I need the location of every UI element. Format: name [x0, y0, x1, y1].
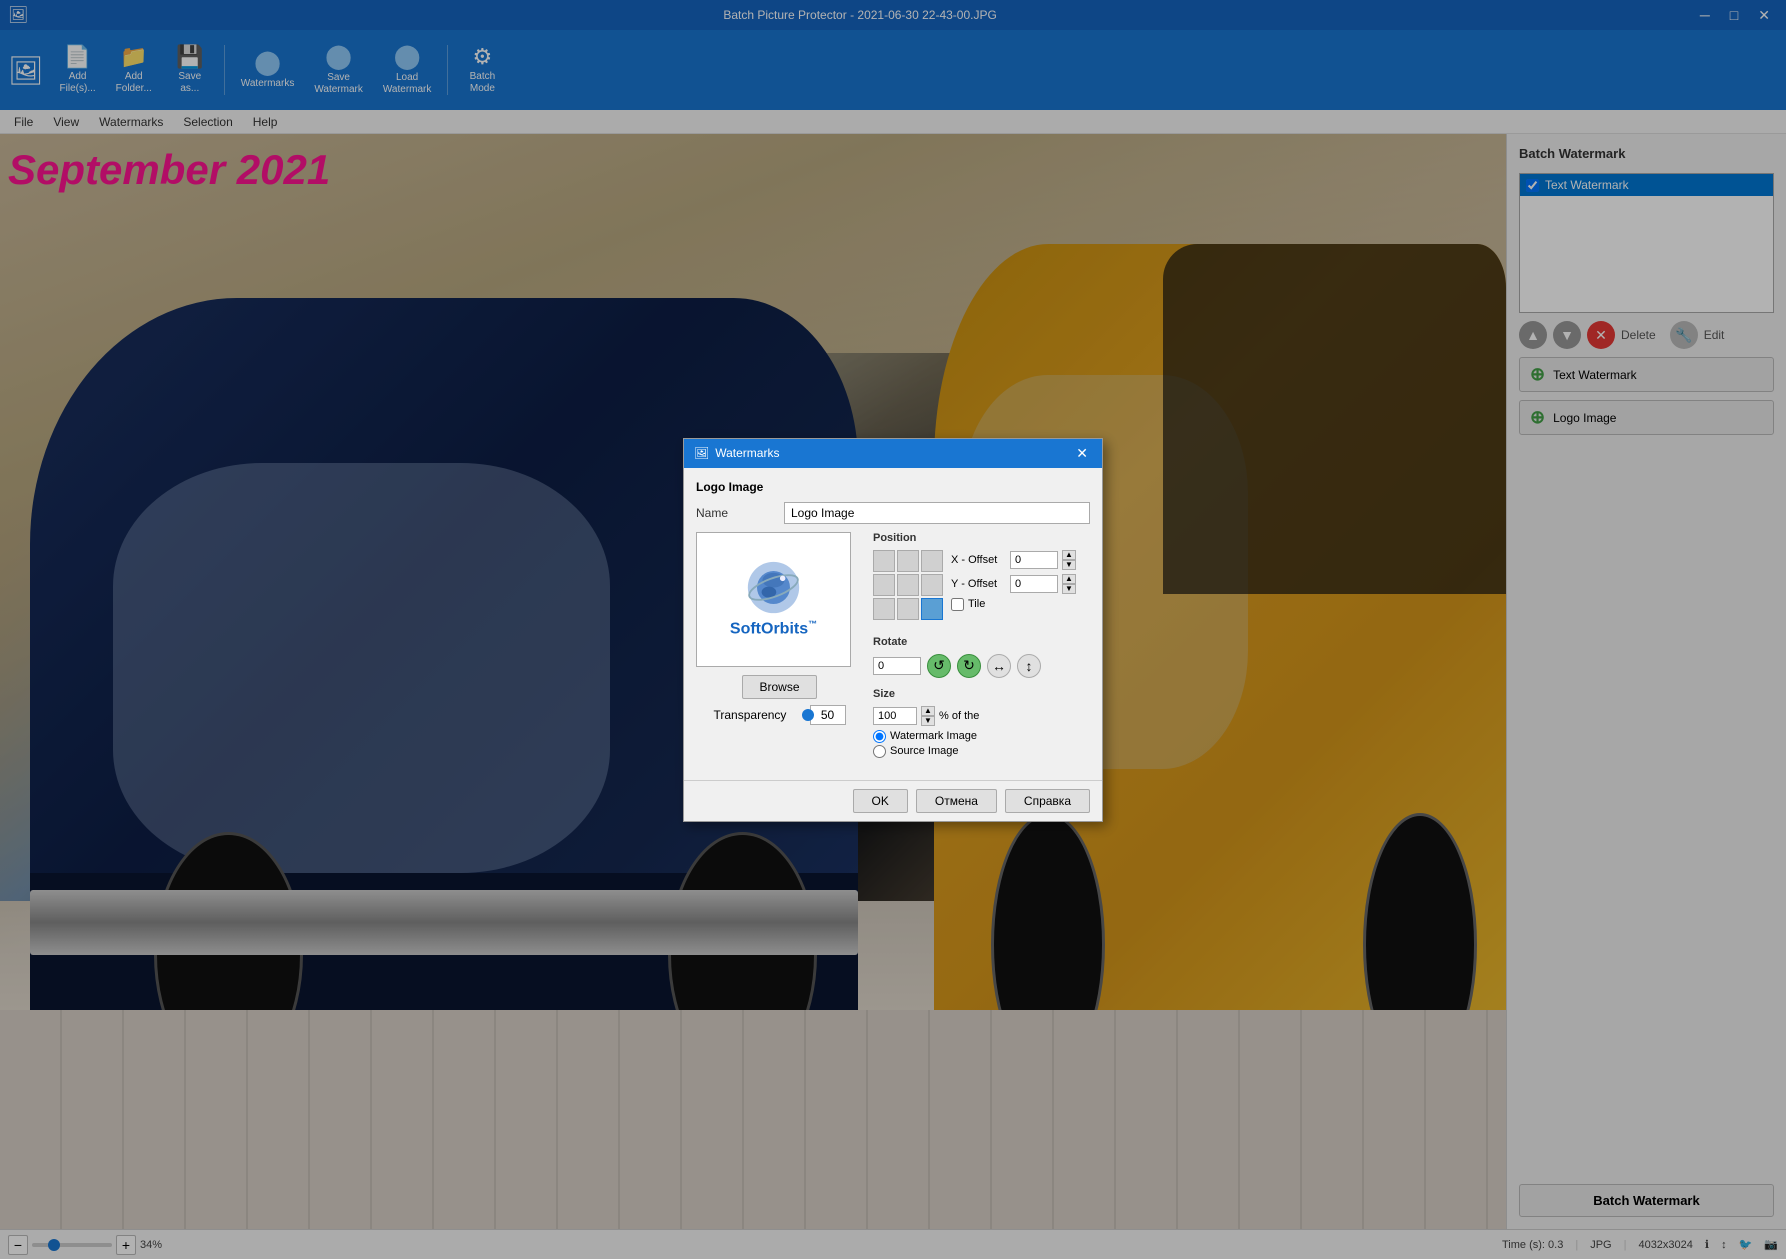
modal-icon: 🖼	[694, 446, 709, 460]
x-offset-label: X - Offset	[951, 554, 1006, 566]
size-watermark-label: Watermark Image	[890, 730, 977, 742]
size-option-source: Source Image	[873, 745, 1090, 758]
rotate-ccw-button[interactable]: ↺	[927, 654, 951, 678]
tile-checkbox[interactable]	[951, 598, 964, 611]
modal-title: Watermarks	[715, 446, 779, 460]
pos-cell-2[interactable]	[921, 550, 943, 572]
modal-left-panel: SoftOrbits™ Browse Transparency	[696, 532, 863, 768]
logo-preview: SoftOrbits™	[696, 532, 851, 667]
name-label: Name	[696, 506, 776, 520]
pos-cell-1[interactable]	[897, 550, 919, 572]
tile-label: Tile	[968, 598, 985, 610]
size-source-label: Source Image	[890, 745, 958, 757]
position-section: Position	[873, 532, 1090, 626]
size-controls: ▲ ▼ % of the	[873, 706, 1090, 726]
y-offset-up[interactable]: ▲	[1062, 574, 1076, 584]
transparency-value[interactable]	[810, 705, 846, 725]
pos-cell-6[interactable]	[873, 598, 895, 620]
browse-button[interactable]: Browse	[742, 675, 816, 699]
y-offset-down[interactable]: ▼	[1062, 584, 1076, 594]
modal-footer: OK Отмена Справка	[684, 780, 1102, 821]
help-button[interactable]: Справка	[1005, 789, 1090, 813]
rotate-cw-button[interactable]: ↻	[957, 654, 981, 678]
size-unit: % of the	[939, 710, 979, 722]
trademark-symbol: ™	[808, 619, 817, 629]
x-offset-down[interactable]: ▼	[1062, 560, 1076, 570]
modal-overlay: 🖼 Watermarks ✕ Logo Image Name	[0, 0, 1786, 1259]
size-radio-watermark[interactable]	[873, 730, 886, 743]
softorbits-brand: SoftOrbits™	[730, 619, 817, 638]
size-section: Size ▲ ▼ % of the Wate	[873, 688, 1090, 758]
size-spinner: ▲ ▼	[921, 706, 935, 726]
modal-body: Logo Image Name	[684, 468, 1102, 780]
x-offset-spinner: ▲ ▼	[1062, 550, 1076, 570]
rotate-controls: ↺ ↻ ↔ ↕	[873, 654, 1090, 678]
x-offset-up[interactable]: ▲	[1062, 550, 1076, 560]
modal-titlebar: 🖼 Watermarks ✕	[684, 439, 1102, 468]
pos-cell-4[interactable]	[897, 574, 919, 596]
pos-cell-0[interactable]	[873, 550, 895, 572]
rotate-section: Rotate ↺ ↻ ↔ ↕	[873, 636, 1090, 678]
planet-svg	[746, 560, 801, 615]
modal-section-title: Logo Image	[696, 480, 1090, 494]
pos-cell-7[interactable]	[897, 598, 919, 620]
size-input[interactable]	[873, 707, 917, 725]
modal-right-panel: Position	[873, 532, 1090, 768]
y-offset-row: Y - Offset ▲ ▼	[951, 574, 1076, 594]
size-radio-source[interactable]	[873, 745, 886, 758]
y-offset-label: Y - Offset	[951, 578, 1006, 590]
position-title: Position	[873, 532, 1090, 544]
size-up[interactable]: ▲	[921, 706, 935, 716]
position-layout: X - Offset ▲ ▼ Y - Offset	[873, 550, 1090, 626]
watermarks-dialog: 🖼 Watermarks ✕ Logo Image Name	[683, 438, 1103, 822]
size-title: Size	[873, 688, 1090, 700]
softorbits-logo: SoftOrbits™	[730, 560, 817, 638]
y-offset-input[interactable]	[1010, 575, 1058, 593]
x-offset-input[interactable]	[1010, 551, 1058, 569]
modal-name-row: Name	[696, 502, 1090, 524]
cancel-button[interactable]: Отмена	[916, 789, 997, 813]
x-offset-row: X - Offset ▲ ▼	[951, 550, 1076, 570]
modal-content-layout: SoftOrbits™ Browse Transparency	[696, 532, 1090, 768]
transparency-thumb[interactable]	[802, 709, 814, 721]
rotate-title: Rotate	[873, 636, 1090, 648]
modal-title-left: 🖼 Watermarks	[694, 446, 779, 460]
y-offset-spinner: ▲ ▼	[1062, 574, 1076, 594]
size-option-watermark: Watermark Image	[873, 730, 1090, 743]
size-radio-group: Watermark Image Source Image	[873, 730, 1090, 758]
transparency-row: Transparency	[714, 705, 846, 725]
flip-h-button[interactable]: ↔	[987, 654, 1011, 678]
ok-button[interactable]: OK	[853, 789, 908, 813]
size-down[interactable]: ▼	[921, 716, 935, 726]
position-grid	[873, 550, 943, 620]
flip-v-button[interactable]: ↕	[1017, 654, 1041, 678]
modal-close-button[interactable]: ✕	[1072, 445, 1092, 462]
pos-cell-5[interactable]	[921, 574, 943, 596]
angle-input[interactable]	[873, 657, 921, 675]
tile-checkbox-row: Tile	[951, 598, 1076, 611]
offset-controls: X - Offset ▲ ▼ Y - Offset	[951, 550, 1076, 611]
name-input[interactable]	[784, 502, 1090, 524]
pos-cell-8[interactable]	[921, 598, 943, 620]
transparency-label: Transparency	[714, 708, 794, 722]
pos-cell-3[interactable]	[873, 574, 895, 596]
